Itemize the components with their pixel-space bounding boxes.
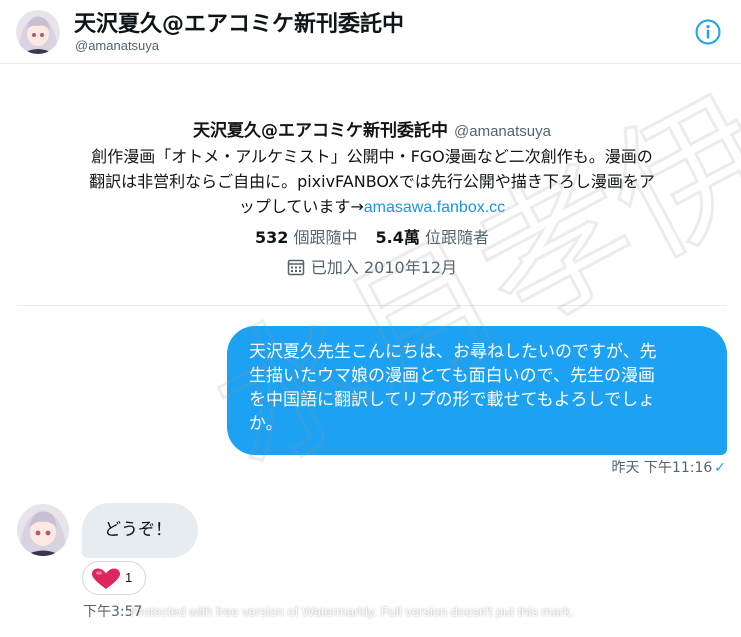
outgoing-timestamp: 昨天 下午11:16 [611, 460, 713, 476]
bio-link[interactable]: amasawa.fanbox.cc [364, 199, 505, 216]
joined-date: 已加入 2010年12月 [310, 258, 458, 277]
following-count: 532 [255, 228, 289, 247]
followers-label: 位跟隨者 [424, 228, 489, 247]
profile-handle[interactable]: @amanatsuya [454, 123, 551, 140]
info-icon[interactable] [694, 18, 722, 46]
following-label: 個跟隨中 [293, 228, 358, 247]
message-line: を中国語に翻訳してリプの形で載せてもよろしでしょ [249, 390, 656, 410]
outgoing-message-bubble[interactable]: 天沢夏久先生こんにちは、お尋ねしたいのですが、先 生描いたウマ娘の漫画とても面白… [227, 326, 727, 455]
conversation-header: 天沢夏久@エアコミケ新刊委託中 @amanatsuya [0, 0, 741, 64]
outgoing-timestamp-row: 昨天 下午11:16 ✓ [540, 457, 726, 477]
heart-icon [92, 568, 120, 589]
profile-bio: 創作漫画「オトメ・アルケミスト」公開中・FGO漫画など二次創作も。漫画の 翻訳は… [18, 144, 726, 220]
header-display-name[interactable]: 天沢夏久@エアコミケ新刊委託中 [74, 6, 404, 38]
bio-line: ップしています→ [238, 197, 364, 216]
joined-date-row: 已加入 2010年12月 [18, 254, 726, 278]
message-line: か。 [249, 414, 283, 434]
bio-line: 創作漫画「オトメ・アルケミスト」公開中・FGO漫画など二次創作も。漫画の [91, 147, 653, 166]
sender-avatar[interactable] [17, 503, 69, 557]
header-handle: @amanatsuya [75, 38, 160, 53]
profile-display-name[interactable]: 天沢夏久@エアコミケ新刊委託中 [193, 121, 448, 141]
followers-stat[interactable]: 5.4萬 位跟隨者 [376, 228, 489, 247]
reaction-count: 1 [125, 570, 133, 585]
profile-stats: 532 個跟隨中 5.4萬 位跟隨者 [18, 224, 726, 248]
incoming-message-bubble[interactable]: どうぞ！ [82, 503, 198, 558]
calendar-icon [287, 259, 305, 276]
message-line: 天沢夏久先生こんにちは、お尋ねしたいのですが、先 [249, 342, 657, 362]
header-avatar[interactable] [16, 10, 60, 54]
message-line: 生描いたウマ娘の漫画とても面白いので、先生の漫画 [249, 366, 655, 386]
following-stat[interactable]: 532 個跟隨中 [255, 228, 358, 247]
bio-line: 翻訳は非営利ならご自由に。pixivFANBOXでは先行公開や描き下ろし漫画をア [89, 172, 655, 191]
read-check-icon: ✓ [714, 460, 726, 476]
watermark-footer: Protected with free version of Watermark… [130, 604, 574, 619]
followers-count: 5.4萬 [375, 228, 420, 247]
profile-summary: 天沢夏久@エアコミケ新刊委託中 @amanatsuya 創作漫画「オトメ・アルケミ… [18, 64, 726, 306]
profile-name-row: 天沢夏久@エアコミケ新刊委託中 @amanatsuya [18, 116, 726, 141]
reaction-pill[interactable]: 1 [82, 561, 146, 595]
